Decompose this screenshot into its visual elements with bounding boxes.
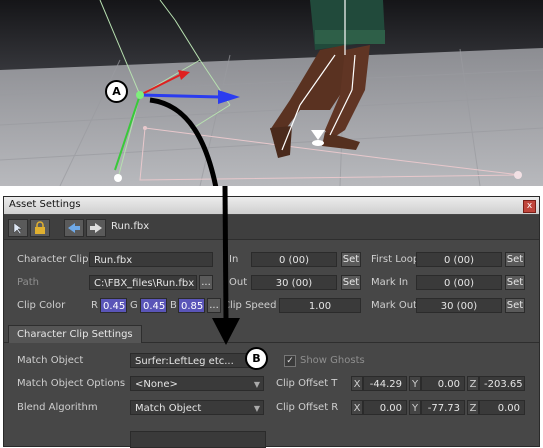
callout-overlay [212, 185, 240, 345]
callout-b: B [245, 347, 268, 370]
callout-a: A [105, 80, 128, 103]
